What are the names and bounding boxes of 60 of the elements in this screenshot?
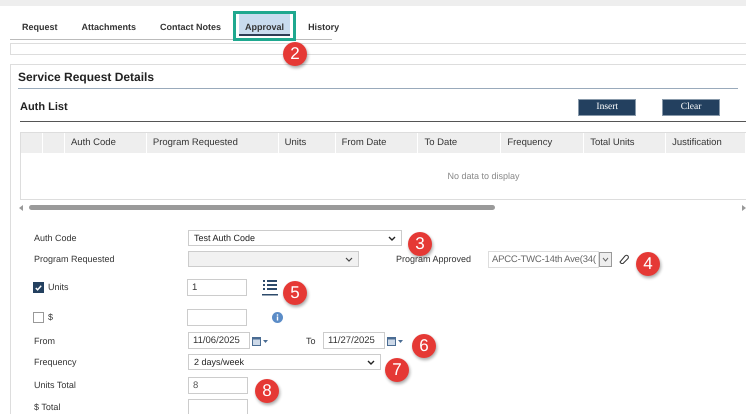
column-header[interactable]: Justification bbox=[666, 133, 746, 153]
insert-button[interactable]: Insert bbox=[578, 98, 636, 116]
scroll-left-icon[interactable] bbox=[18, 204, 24, 210]
units-total-input[interactable]: 8 bbox=[188, 376, 248, 394]
step-number-badge: 8 bbox=[255, 379, 279, 403]
field-label: Frequency bbox=[34, 357, 78, 367]
step-number-badge: 2 bbox=[283, 42, 307, 66]
dollar-total-input[interactable] bbox=[188, 398, 248, 414]
dollar-checkbox[interactable] bbox=[33, 312, 44, 322]
column-header[interactable]: Frequency bbox=[501, 133, 584, 153]
field-label: Auth Code bbox=[34, 233, 78, 243]
auth-list-title: Auth List bbox=[20, 101, 69, 113]
field-label: Program Requested bbox=[34, 254, 116, 264]
tab[interactable]: Approval bbox=[239, 14, 290, 36]
chevron-down-icon bbox=[345, 256, 353, 262]
units-checkbox[interactable] bbox=[33, 282, 44, 292]
frequency-select[interactable]: 2 days/week bbox=[188, 354, 381, 370]
clear-button[interactable]: Clear bbox=[662, 98, 720, 116]
auth-code-select[interactable]: Test Auth Code bbox=[188, 230, 402, 246]
dollar-input[interactable] bbox=[187, 308, 247, 326]
column-header[interactable]: Program Requested bbox=[146, 133, 279, 153]
calendar-icon[interactable] bbox=[387, 336, 404, 346]
step-number-badge: 6 bbox=[412, 334, 436, 358]
step-number-badge: 7 bbox=[385, 358, 409, 382]
step-number-badge: 3 bbox=[408, 232, 432, 256]
tab[interactable]: Contact Notes bbox=[154, 14, 228, 36]
field-label: Units Total bbox=[34, 380, 77, 390]
calendar-icon[interactable] bbox=[252, 336, 269, 346]
tab[interactable]: History bbox=[302, 14, 346, 36]
tab[interactable]: Attachments bbox=[76, 14, 142, 36]
field-label: Program Approved bbox=[396, 254, 472, 264]
info-icon[interactable] bbox=[272, 312, 283, 322]
step-number-badge: 5 bbox=[283, 281, 307, 305]
column-header[interactable]: From Date bbox=[336, 133, 418, 153]
empty-message: No data to display bbox=[447, 171, 520, 181]
chevron-down-icon bbox=[367, 360, 375, 364]
to-date-input[interactable]: 11/27/2025 bbox=[323, 332, 385, 349]
checkbox-label: Units bbox=[48, 282, 69, 292]
column-header[interactable]: Units bbox=[278, 133, 336, 153]
dropdown-button[interactable] bbox=[599, 252, 612, 266]
from-date-input[interactable]: 11/06/2025 bbox=[188, 332, 250, 349]
tab[interactable]: Request bbox=[16, 14, 64, 36]
field-label: To bbox=[306, 336, 317, 346]
list-icon[interactable] bbox=[262, 278, 278, 296]
units-input[interactable]: 1 bbox=[187, 278, 247, 296]
eraser-icon[interactable] bbox=[618, 254, 630, 264]
column-header[interactable]: Auth Code bbox=[64, 133, 147, 153]
field-label: $ Total bbox=[34, 402, 62, 412]
column-header[interactable]: To Date bbox=[418, 133, 502, 153]
chevron-down-icon bbox=[388, 236, 396, 240]
field-label: From bbox=[34, 336, 56, 346]
program-approved-combo[interactable]: APCC-TWC-14th Ave(34( bbox=[488, 250, 599, 268]
horizontal-scrollbar[interactable] bbox=[18, 203, 746, 212]
section-title: Service Request Details bbox=[18, 65, 738, 89]
step-number-badge: 4 bbox=[636, 252, 660, 276]
chevron-down-icon bbox=[602, 256, 609, 262]
scroll-thumb[interactable] bbox=[29, 205, 495, 210]
checkbox-label: $ bbox=[48, 312, 54, 322]
column-header[interactable]: Total Units bbox=[584, 133, 666, 153]
scroll-right-icon[interactable] bbox=[741, 204, 746, 210]
